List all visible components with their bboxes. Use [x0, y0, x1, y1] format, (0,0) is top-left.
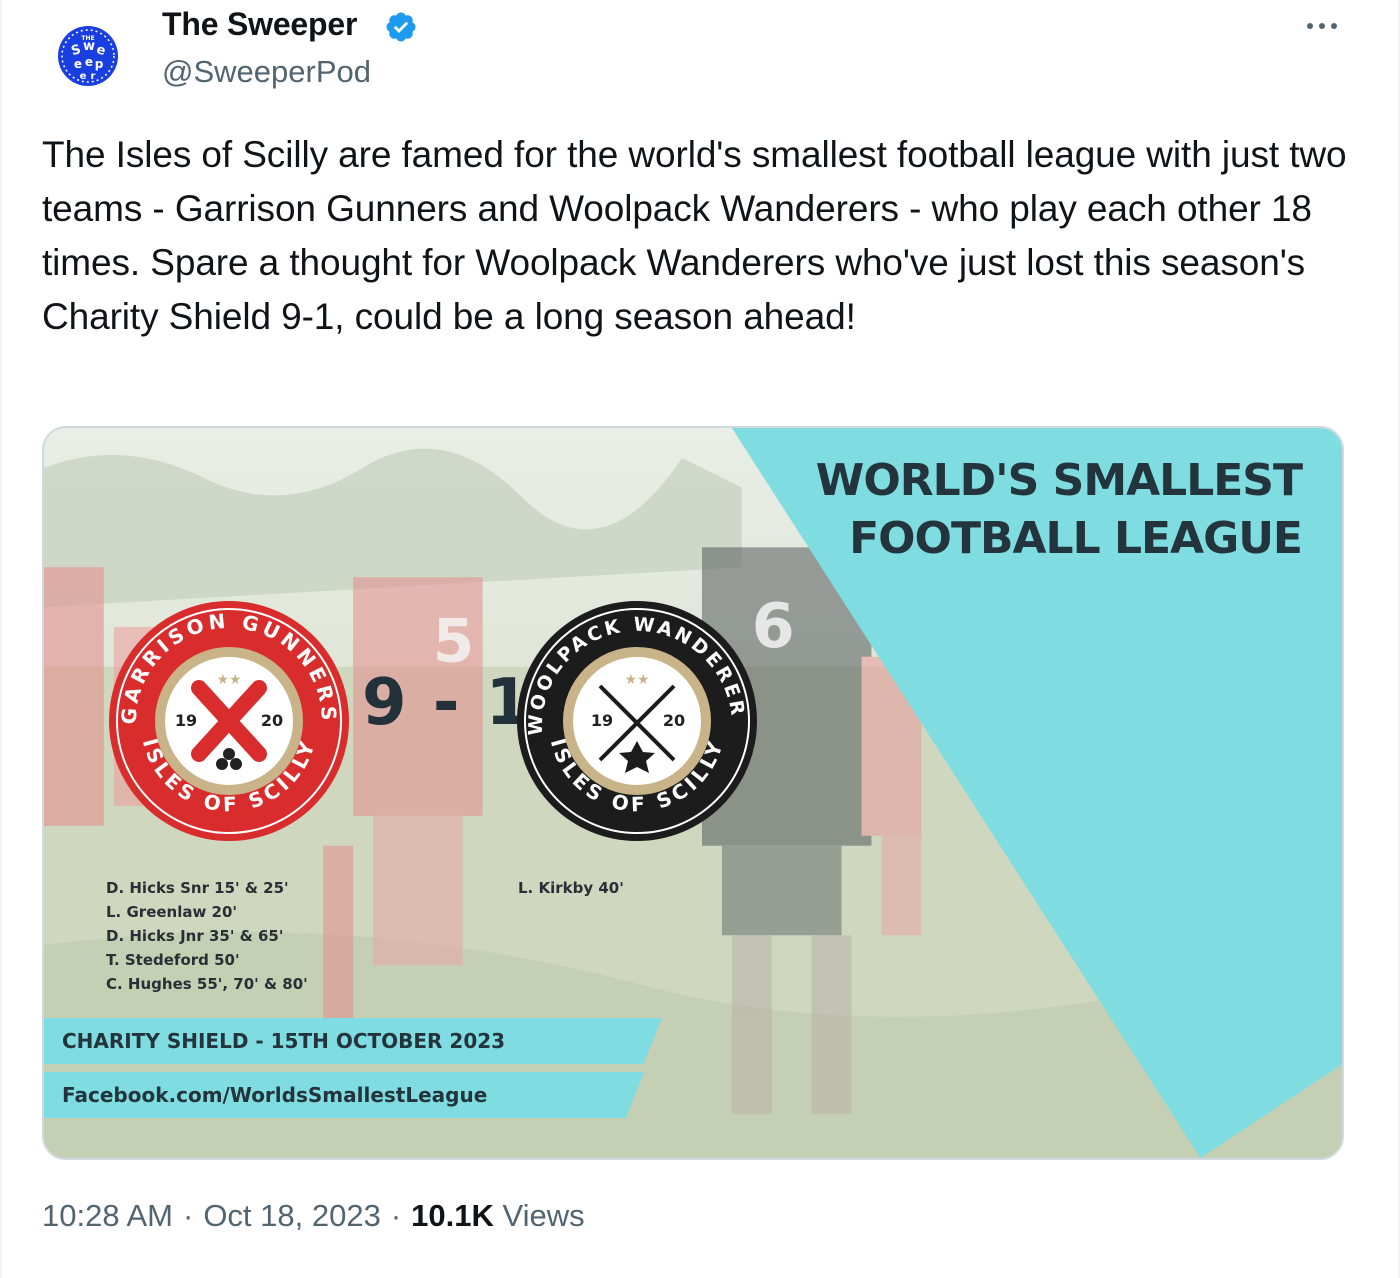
- home-scorer: D. Hicks Snr 15' & 25': [106, 879, 289, 897]
- home-scorer: C. Hughes 55', 70' & 80': [106, 975, 308, 993]
- more-icon[interactable]: [1300, 14, 1344, 38]
- tweet-time[interactable]: 10:28 AM: [42, 1198, 173, 1234]
- garrison-gunners-badge: GARRISON GUNNERS ISLES OF SCILLY ★★ 19 2…: [109, 601, 349, 841]
- home-badge-year-left: 19: [175, 711, 197, 730]
- match-score: 9 - 1: [362, 666, 533, 740]
- headline-line-2: FOOTBALL LEAGUE: [849, 513, 1303, 564]
- home-scorers-list: D. Hicks Snr 15' & 25' L. Greenlaw 20' D…: [106, 876, 308, 996]
- home-scorer: L. Greenlaw 20': [106, 903, 238, 921]
- tweet-card: THE S w e e e p e r The Sweeper @Sweeper…: [0, 0, 1400, 1278]
- author-handle[interactable]: @SweeperPod: [162, 54, 371, 90]
- meta-separator: ·: [390, 1198, 402, 1233]
- verified-icon[interactable]: [384, 10, 418, 44]
- facebook-link-banner: Facebook.com/WorldsSmallestLeague: [44, 1072, 644, 1118]
- tweet-meta: 10:28 AM · Oct 18, 2023 · 10.1K Views: [42, 1198, 585, 1234]
- svg-text:p: p: [95, 57, 104, 71]
- headline-line-1: WORLD'S SMALLEST: [815, 455, 1303, 506]
- away-scorers-list: L. Kirkby 40': [518, 876, 624, 900]
- tweet-date[interactable]: Oct 18, 2023: [203, 1198, 381, 1234]
- svg-text:e: e: [80, 71, 87, 82]
- avatar[interactable]: THE S w e e e p e r: [52, 20, 124, 92]
- home-badge-year-right: 20: [261, 711, 283, 730]
- away-badge-year-right: 20: [663, 711, 685, 730]
- svg-text:r: r: [91, 71, 96, 82]
- svg-text:e: e: [74, 57, 82, 71]
- away-badge-stars: ★★: [624, 671, 649, 687]
- away-scorer: L. Kirkby 40': [518, 879, 624, 897]
- author-name[interactable]: The Sweeper: [162, 6, 357, 43]
- svg-text:w: w: [83, 39, 95, 54]
- home-badge-stars: ★★: [216, 671, 241, 687]
- meta-separator: ·: [182, 1198, 194, 1233]
- tweet-text: The Isles of Scilly are famed for the wo…: [42, 134, 1347, 337]
- views-count: 10.1K: [411, 1198, 494, 1233]
- tweet-media-image[interactable]: 5 6 WORLD'S SMALLEST FOOTBALL LEAGUE GAR…: [42, 426, 1344, 1160]
- charity-shield-banner: CHARITY SHIELD - 15TH OCTOBER 2023: [44, 1018, 662, 1064]
- home-scorer: D. Hicks Jnr 35' & 65': [106, 927, 284, 945]
- woolpack-wanderers-badge: WOOLPACK WANDERERS ISLES OF SCILLY ★★ 19…: [512, 596, 757, 841]
- away-badge-year-left: 19: [591, 711, 613, 730]
- avatar-logo-icon: THE S w e e e p e r: [58, 26, 118, 86]
- home-scorer: T. Stedeford 50': [106, 951, 240, 969]
- svg-text:e: e: [85, 55, 93, 69]
- views-label: Views: [502, 1198, 585, 1233]
- media-headline: WORLD'S SMALLEST FOOTBALL LEAGUE: [815, 452, 1303, 568]
- views[interactable]: 10.1K Views: [411, 1198, 585, 1234]
